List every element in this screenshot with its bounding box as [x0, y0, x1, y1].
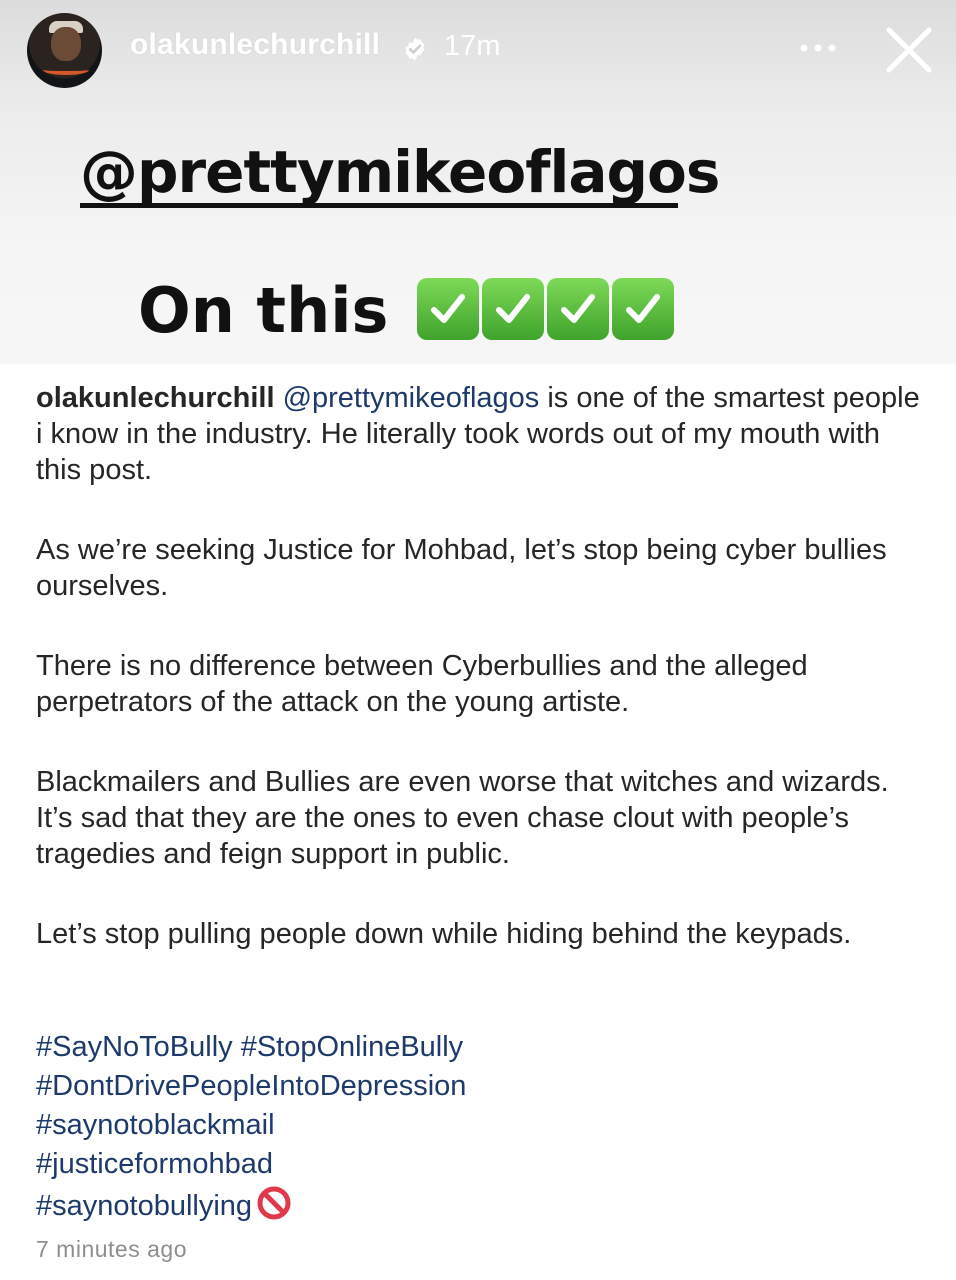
hashtag-link[interactable]: #justiceformohbad [36, 1148, 273, 1180]
story-on-this-text: On this [138, 274, 389, 347]
caption-paragraph: Blackmailers and Bullies are even worse … [36, 766, 889, 870]
caption-paragraph: Let’s stop pulling people down while hid… [36, 918, 852, 950]
avatar-face [51, 27, 81, 61]
story-card: olakunlechurchill 17m @prettymikeoflagos… [0, 0, 956, 364]
hashtag-link[interactable]: #saynotobullying [36, 1190, 252, 1222]
caption-mention-link[interactable]: @prettymikeoflagos [283, 382, 540, 414]
caption-paragraph: There is no difference between Cyberbull… [36, 650, 808, 718]
close-icon[interactable] [884, 25, 934, 75]
post-caption: olakunlechurchill @prettymikeoflagos is … [36, 380, 926, 996]
check-mark-icon [417, 278, 479, 340]
avatar-beads [43, 65, 89, 75]
check-mark-icon [547, 278, 609, 340]
story-time: 17m [444, 30, 501, 62]
hashtag-link[interactable]: #DontDrivePeopleIntoDepression [36, 1070, 466, 1102]
prohibited-icon [257, 1186, 291, 1220]
check-mark-row [417, 278, 677, 340]
caption-paragraph: As we’re seeking Justice for Mohbad, let… [36, 534, 887, 602]
caption-paragraph: olakunlechurchill @prettymikeoflagos is … [36, 380, 926, 488]
check-mark-icon [612, 278, 674, 340]
story-mention-underline [80, 203, 678, 208]
verified-badge-icon [405, 37, 425, 61]
check-mark-icon [482, 278, 544, 340]
post-timestamp: 7 minutes ago [36, 1236, 187, 1262]
hashtag-link[interactable]: #saynotoblackmail [36, 1109, 275, 1141]
hashtag-link[interactable]: #SayNoToBully #StopOnlineBully [36, 1031, 463, 1063]
story-mention-text: @prettymikeoflagos [80, 138, 720, 206]
story-username[interactable]: olakunlechurchill [130, 28, 380, 62]
story-header: olakunlechurchill 17m [0, 0, 956, 100]
avatar[interactable] [27, 13, 102, 88]
hashtag-list: #SayNoToBully #StopOnlineBully #DontDriv… [36, 1029, 466, 1224]
caption-username[interactable]: olakunlechurchill [36, 382, 275, 414]
more-options-icon[interactable] [798, 38, 838, 58]
